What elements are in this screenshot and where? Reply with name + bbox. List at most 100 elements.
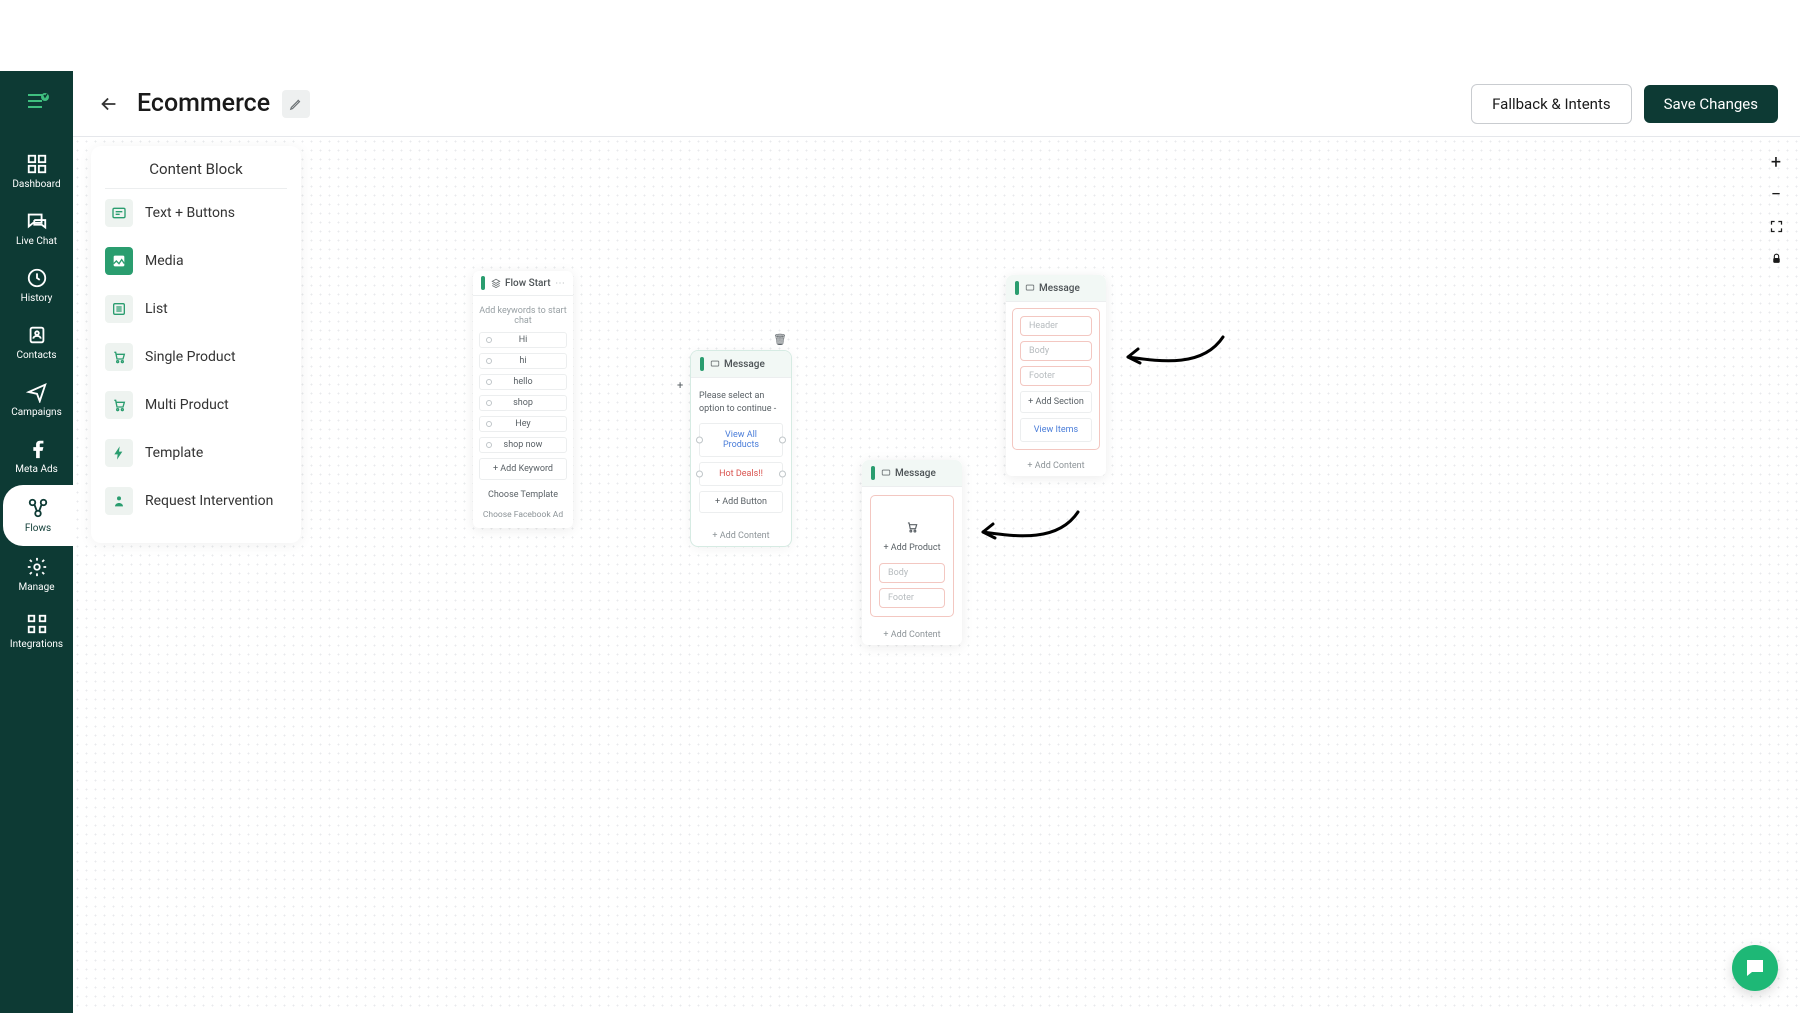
node-message-list[interactable]: Message Header Body Footer + Add Section… bbox=[1006, 275, 1106, 476]
cart-icon bbox=[879, 516, 945, 541]
add-input-icon[interactable]: + bbox=[677, 379, 683, 392]
nav-label: Manage bbox=[18, 582, 54, 593]
chat-fab[interactable] bbox=[1732, 945, 1778, 991]
add-content[interactable]: + Add Content bbox=[691, 526, 791, 546]
node-title: Message bbox=[895, 468, 936, 479]
node-message-options[interactable]: 🗑 + Message Please select an option to c… bbox=[691, 351, 791, 546]
block-intervention[interactable]: Request Intervention bbox=[91, 477, 301, 525]
nav-metaads[interactable]: Meta Ads bbox=[0, 428, 73, 485]
add-product[interactable]: + Add Product bbox=[879, 541, 945, 563]
block-label: Request Intervention bbox=[145, 493, 273, 509]
nav-label: Contacts bbox=[16, 350, 56, 361]
add-content[interactable]: + Add Content bbox=[862, 625, 962, 645]
block-multi-product[interactable]: Multi Product bbox=[91, 381, 301, 429]
integrations-icon bbox=[26, 613, 48, 635]
block-label: Multi Product bbox=[145, 397, 229, 413]
fallback-button[interactable]: Fallback & Intents bbox=[1471, 84, 1631, 124]
block-label: Single Product bbox=[145, 349, 236, 365]
sidebar: Dashboard Live Chat History Contacts Cam… bbox=[0, 71, 73, 1013]
page-title: Ecommerce bbox=[137, 89, 270, 118]
app-logo bbox=[19, 89, 55, 113]
message-icon bbox=[1025, 283, 1035, 293]
message-icon bbox=[710, 359, 720, 369]
option-hot-deals[interactable]: Hot Deals!! bbox=[699, 462, 783, 486]
nav-history[interactable]: History bbox=[0, 257, 73, 314]
cart-icon bbox=[105, 391, 133, 419]
layers-icon bbox=[491, 278, 501, 288]
choose-template[interactable]: Choose Template bbox=[479, 485, 567, 505]
block-list[interactable]: List bbox=[91, 285, 301, 333]
body-field[interactable]: Body bbox=[879, 563, 945, 583]
node-menu[interactable]: ⋯ bbox=[555, 278, 565, 289]
person-icon bbox=[105, 487, 133, 515]
add-button[interactable]: + Add Button bbox=[699, 491, 783, 513]
panel-title: Content Block bbox=[105, 160, 287, 189]
history-icon bbox=[26, 267, 48, 289]
add-section[interactable]: + Add Section bbox=[1020, 391, 1092, 413]
topbar: Ecommerce Fallback & Intents Save Change… bbox=[73, 71, 1800, 137]
annotation-arrow bbox=[968, 507, 1088, 557]
node-flow-start[interactable]: Flow Start ⋯ Add keywords to start chat … bbox=[473, 271, 573, 528]
block-media[interactable]: Media bbox=[91, 237, 301, 285]
header-field[interactable]: Header bbox=[1020, 316, 1092, 336]
back-button[interactable] bbox=[95, 90, 123, 118]
fullscreen-button[interactable] bbox=[1765, 215, 1787, 237]
keyword-row[interactable]: Hey bbox=[479, 416, 567, 432]
save-button[interactable]: Save Changes bbox=[1644, 85, 1778, 123]
choose-ad[interactable]: Choose Facebook Ad bbox=[479, 505, 567, 522]
nav-integrations[interactable]: Integrations bbox=[0, 603, 73, 660]
node-title: Message bbox=[724, 359, 765, 370]
send-icon bbox=[26, 381, 48, 403]
edit-button[interactable] bbox=[282, 90, 310, 118]
keyword-row[interactable]: shop bbox=[479, 395, 567, 411]
keyword-row[interactable]: hello bbox=[479, 374, 567, 390]
nav-label: Live Chat bbox=[16, 236, 57, 247]
facebook-icon bbox=[26, 438, 48, 460]
footer-field[interactable]: Footer bbox=[879, 588, 945, 608]
nav-label: History bbox=[21, 293, 53, 304]
keyword-hint: Add keywords to start chat bbox=[479, 302, 567, 332]
block-label: List bbox=[145, 301, 168, 317]
nav-contacts[interactable]: Contacts bbox=[0, 314, 73, 371]
media-icon bbox=[105, 247, 133, 275]
nav-dashboard[interactable]: Dashboard bbox=[0, 143, 73, 200]
arrow-left-icon bbox=[98, 93, 120, 115]
keyword-row[interactable]: Hi bbox=[479, 332, 567, 348]
view-items[interactable]: View Items bbox=[1020, 418, 1092, 442]
lock-button[interactable] bbox=[1765, 247, 1787, 269]
block-template[interactable]: Template bbox=[91, 429, 301, 477]
nav-manage[interactable]: Manage bbox=[0, 546, 73, 603]
option-view-all[interactable]: View All Products bbox=[699, 423, 783, 457]
footer-field[interactable]: Footer bbox=[1020, 366, 1092, 386]
block-label: Template bbox=[145, 445, 203, 461]
node-title: Flow Start bbox=[505, 278, 555, 289]
keyword-row[interactable]: hi bbox=[479, 353, 567, 369]
add-content[interactable]: + Add Content bbox=[1006, 456, 1106, 476]
chat-icon bbox=[1743, 956, 1767, 980]
node-message-product[interactable]: Message + Add Product Body Footer + Add … bbox=[862, 460, 962, 645]
content-block-panel: Content Block Text + Buttons Media List … bbox=[91, 146, 301, 543]
zoom-controls: + − bbox=[1765, 151, 1787, 269]
node-title: Message bbox=[1039, 283, 1080, 294]
zoom-out-button[interactable]: − bbox=[1765, 183, 1787, 205]
keyword-row[interactable]: shop now bbox=[479, 437, 567, 453]
block-text-buttons[interactable]: Text + Buttons bbox=[91, 189, 301, 237]
body-field[interactable]: Body bbox=[1020, 341, 1092, 361]
chat-icon bbox=[26, 210, 48, 232]
cart-icon bbox=[105, 343, 133, 371]
nav-flows[interactable]: Flows bbox=[3, 485, 73, 546]
add-keyword[interactable]: + Add Keyword bbox=[479, 458, 567, 480]
flow-canvas[interactable]: Content Block Text + Buttons Media List … bbox=[73, 137, 1800, 1013]
zoom-in-button[interactable]: + bbox=[1765, 151, 1787, 173]
nav-campaigns[interactable]: Campaigns bbox=[0, 371, 73, 428]
nav-label: Flows bbox=[25, 523, 51, 534]
grid-icon bbox=[26, 153, 48, 175]
nav-label: Integrations bbox=[10, 639, 63, 650]
message-icon bbox=[881, 468, 891, 478]
block-label: Text + Buttons bbox=[145, 205, 235, 221]
contacts-icon bbox=[26, 324, 48, 346]
delete-icon[interactable]: 🗑 bbox=[773, 333, 787, 346]
nav-label: Meta Ads bbox=[15, 464, 58, 475]
block-single-product[interactable]: Single Product bbox=[91, 333, 301, 381]
nav-livechat[interactable]: Live Chat bbox=[0, 200, 73, 257]
